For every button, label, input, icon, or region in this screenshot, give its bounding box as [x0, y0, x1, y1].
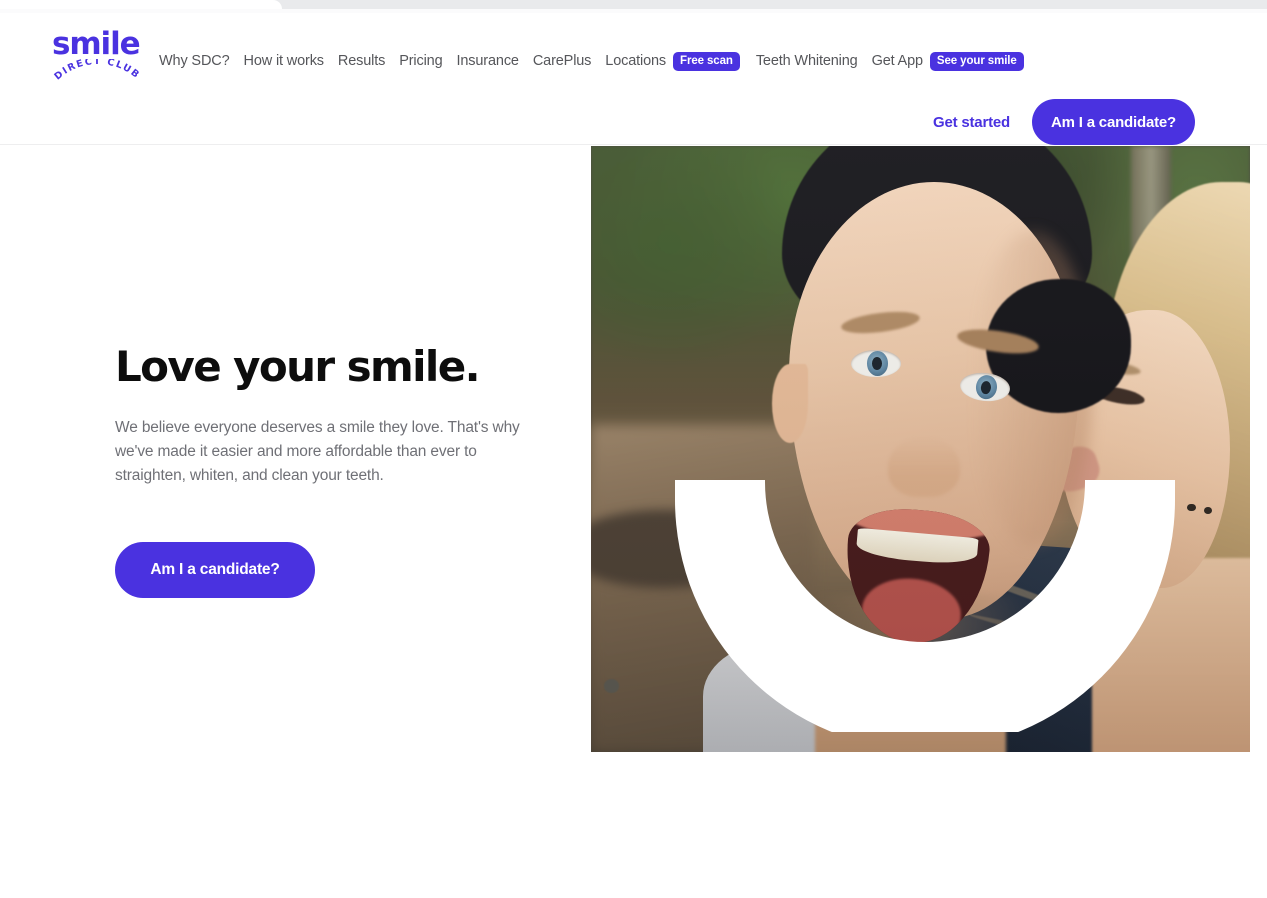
- nav-item-why-sdc[interactable]: Why SDC?: [159, 45, 244, 77]
- nav-item-get-app[interactable]: Get App: [872, 45, 924, 77]
- nav-item-teeth-whitening[interactable]: Teeth Whitening: [756, 45, 872, 77]
- site-header: smile DIRECT CLUB Why SDC? How it works …: [0, 13, 1267, 145]
- header-cta-group: Get started Am I a candidate?: [933, 99, 1195, 145]
- hero-copy: Love your smile. We believe everyone des…: [115, 344, 555, 598]
- logo-arc-text: DIRECT CLUB: [52, 59, 142, 82]
- nav-item-locations[interactable]: Locations: [605, 45, 666, 77]
- page-right-gutter: [1250, 292, 1267, 898]
- browser-active-tab[interactable]: [0, 0, 282, 9]
- hero-image: [591, 146, 1250, 752]
- hero-title: Love your smile.: [115, 342, 481, 391]
- nav-item-how-it-works[interactable]: How it works: [244, 45, 338, 77]
- get-started-link[interactable]: Get started: [933, 114, 1010, 131]
- hero-paragraph: We believe everyone deserves a smile the…: [115, 419, 520, 484]
- hero-section: Love your smile. We believe everyone des…: [0, 146, 1267, 898]
- nav-item-get-app-group: Get App See your smile: [872, 45, 1040, 77]
- browser-tab-strip: [0, 0, 1267, 9]
- hero-am-i-a-candidate-button[interactable]: Am I a candidate?: [115, 542, 315, 598]
- logo-smile-direct-club[interactable]: smile DIRECT CLUB: [52, 27, 172, 89]
- logo-wordmark: smile: [52, 26, 141, 62]
- nav-item-careplus[interactable]: CarePlus: [533, 45, 605, 77]
- badge-free-scan[interactable]: Free scan: [673, 51, 740, 71]
- badge-see-your-smile[interactable]: See your smile: [929, 51, 1024, 71]
- nav-item-insurance[interactable]: Insurance: [457, 45, 533, 77]
- header-am-i-a-candidate-button[interactable]: Am I a candidate?: [1032, 99, 1195, 145]
- nav-item-pricing[interactable]: Pricing: [399, 45, 456, 77]
- nav-item-locations-group: Locations Free scan: [605, 45, 756, 77]
- primary-navigation: Why SDC? How it works Results Pricing In…: [159, 45, 1040, 77]
- hero-photo-couple: [591, 146, 1250, 752]
- nav-item-results[interactable]: Results: [338, 45, 399, 77]
- svg-text:DIRECT CLUB: DIRECT CLUB: [52, 59, 142, 82]
